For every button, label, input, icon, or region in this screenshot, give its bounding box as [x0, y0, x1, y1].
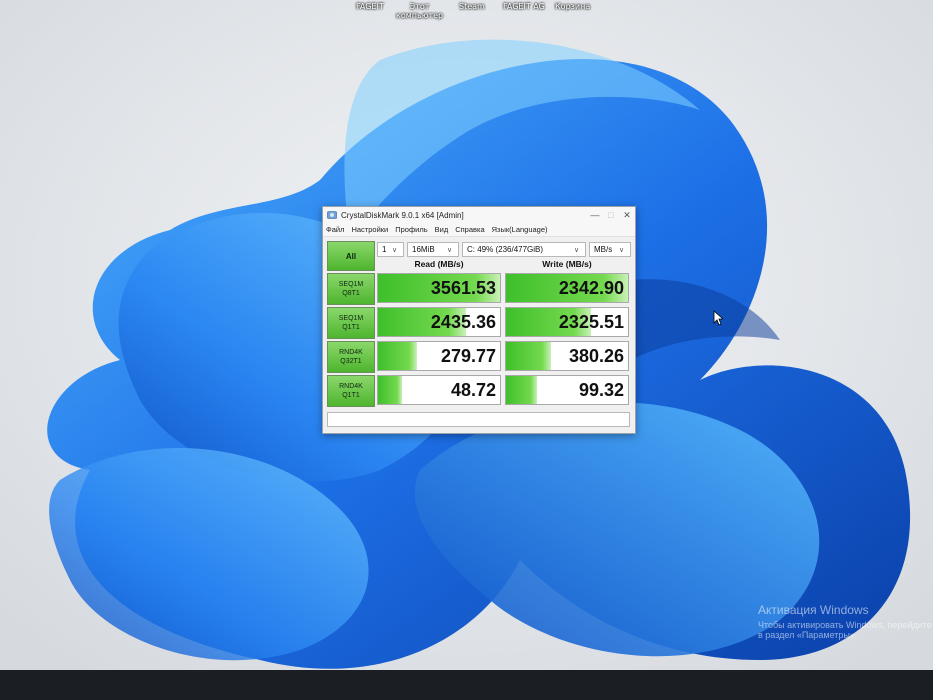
- write-result-cell: 2342.90: [505, 273, 629, 303]
- menu-profile[interactable]: Профиль: [395, 225, 427, 234]
- read-value: 48.72: [450, 380, 496, 400]
- write-fill-bar: [506, 342, 552, 370]
- test-params: Q1T1: [342, 392, 360, 399]
- test-count-select[interactable]: 1 ∨: [377, 242, 404, 257]
- unit-select[interactable]: MB/s ∨: [589, 242, 631, 257]
- test-button-rnd4k-q32t1[interactable]: RND4K Q32T1: [327, 341, 375, 373]
- chevron-down-icon: ∨: [574, 247, 580, 254]
- read-header: Read (MB/s): [414, 259, 464, 269]
- desktop-icon-label[interactable]: FAGEIT AG: [503, 2, 545, 11]
- close-icon[interactable]: ✕: [619, 207, 635, 223]
- write-result-cell: 2325.51: [505, 307, 629, 337]
- mouse-cursor-icon: [713, 310, 723, 326]
- desktop-icon-label[interactable]: Этот компьютер: [396, 2, 443, 20]
- read-result-cell: 279.77: [377, 341, 501, 371]
- comment-field[interactable]: [327, 412, 630, 427]
- test-button-rnd4k-q1t1[interactable]: RND4K Q1T1: [327, 375, 375, 407]
- taskbar-strip: [0, 670, 933, 700]
- read-value: 279.77: [440, 346, 496, 366]
- menu-file[interactable]: Файл: [326, 225, 344, 234]
- read-result-cell: 48.72: [377, 375, 501, 405]
- benchmark-panel: All 1 ∨ 16MiB ∨ C: 49% (236/477GiB) ∨ MB/s ∨…: [323, 237, 635, 431]
- title-bar[interactable]: CrystalDiskMark 9.0.1 x64 [Admin] — □ ✕: [323, 207, 635, 223]
- write-value: 99.32: [578, 380, 624, 400]
- read-value: 2435.36: [430, 312, 496, 332]
- read-value: 3561.53: [430, 278, 496, 298]
- activation-title: Активация Windows: [758, 603, 869, 617]
- write-value: 380.26: [568, 346, 624, 366]
- minimize-icon[interactable]: —: [587, 207, 603, 223]
- test-name: RND4K: [339, 383, 363, 390]
- test-button-seq1m-q1t1[interactable]: SEQ1M Q1T1: [327, 307, 375, 339]
- read-fill-bar: [378, 376, 403, 404]
- read-result-cell: 2435.36: [377, 307, 501, 337]
- unit-value: MB/s: [594, 245, 613, 254]
- write-fill-bar: [506, 376, 537, 404]
- test-size-value: 16MiB: [412, 245, 435, 254]
- test-params: Q1T1: [342, 324, 360, 331]
- test-button-seq1m-q8t1[interactable]: SEQ1M Q8T1: [327, 273, 375, 305]
- activation-subtitle: Чтобы активировать Windows, перейдите в …: [758, 620, 932, 640]
- desktop-icon-label[interactable]: Steam: [459, 2, 485, 11]
- menu-view[interactable]: Вид: [435, 225, 449, 234]
- maximize-icon[interactable]: □: [603, 207, 619, 223]
- chevron-down-icon: ∨: [392, 247, 398, 254]
- run-all-button[interactable]: All: [327, 241, 375, 271]
- desktop-icon-label[interactable]: FAGEIT: [356, 2, 384, 11]
- write-value: 2325.51: [558, 312, 624, 332]
- drive-value: C: 49% (236/477GiB): [467, 245, 544, 254]
- disk-app-icon: [327, 211, 337, 219]
- read-fill-bar: [378, 342, 418, 370]
- chevron-down-icon: ∨: [447, 247, 453, 254]
- write-result-cell: 99.32: [505, 375, 629, 405]
- test-params: Q8T1: [342, 290, 360, 297]
- drive-select[interactable]: C: 49% (236/477GiB) ∨: [462, 242, 586, 257]
- windows-activation-watermark: Активация Windows Чтобы активировать Win…: [758, 603, 933, 640]
- test-count-value: 1: [382, 245, 387, 254]
- read-result-cell: 3561.53: [377, 273, 501, 303]
- test-params: Q32T1: [340, 358, 362, 365]
- crystaldiskmark-window: CrystalDiskMark 9.0.1 x64 [Admin] — □ ✕ …: [322, 206, 636, 434]
- chevron-down-icon: ∨: [619, 247, 625, 254]
- test-name: SEQ1M: [338, 315, 364, 322]
- test-name: SEQ1M: [338, 281, 364, 288]
- write-header: Write (MB/s): [542, 259, 592, 269]
- write-result-cell: 380.26: [505, 341, 629, 371]
- window-title: CrystalDiskMark 9.0.1 x64 [Admin]: [341, 210, 464, 220]
- menu-settings[interactable]: Настройки: [351, 225, 388, 234]
- menu-language[interactable]: Язык(Language): [492, 225, 548, 234]
- test-name: RND4K: [339, 349, 363, 356]
- run-all-label: All: [345, 251, 357, 261]
- menu-bar: Файл Настройки Профиль Вид Справка Язык(…: [323, 223, 635, 237]
- menu-help[interactable]: Справка: [455, 225, 484, 234]
- write-value: 2342.90: [558, 278, 624, 298]
- desktop-icon-label[interactable]: Корзина: [555, 2, 590, 11]
- test-size-select[interactable]: 16MiB ∨: [407, 242, 459, 257]
